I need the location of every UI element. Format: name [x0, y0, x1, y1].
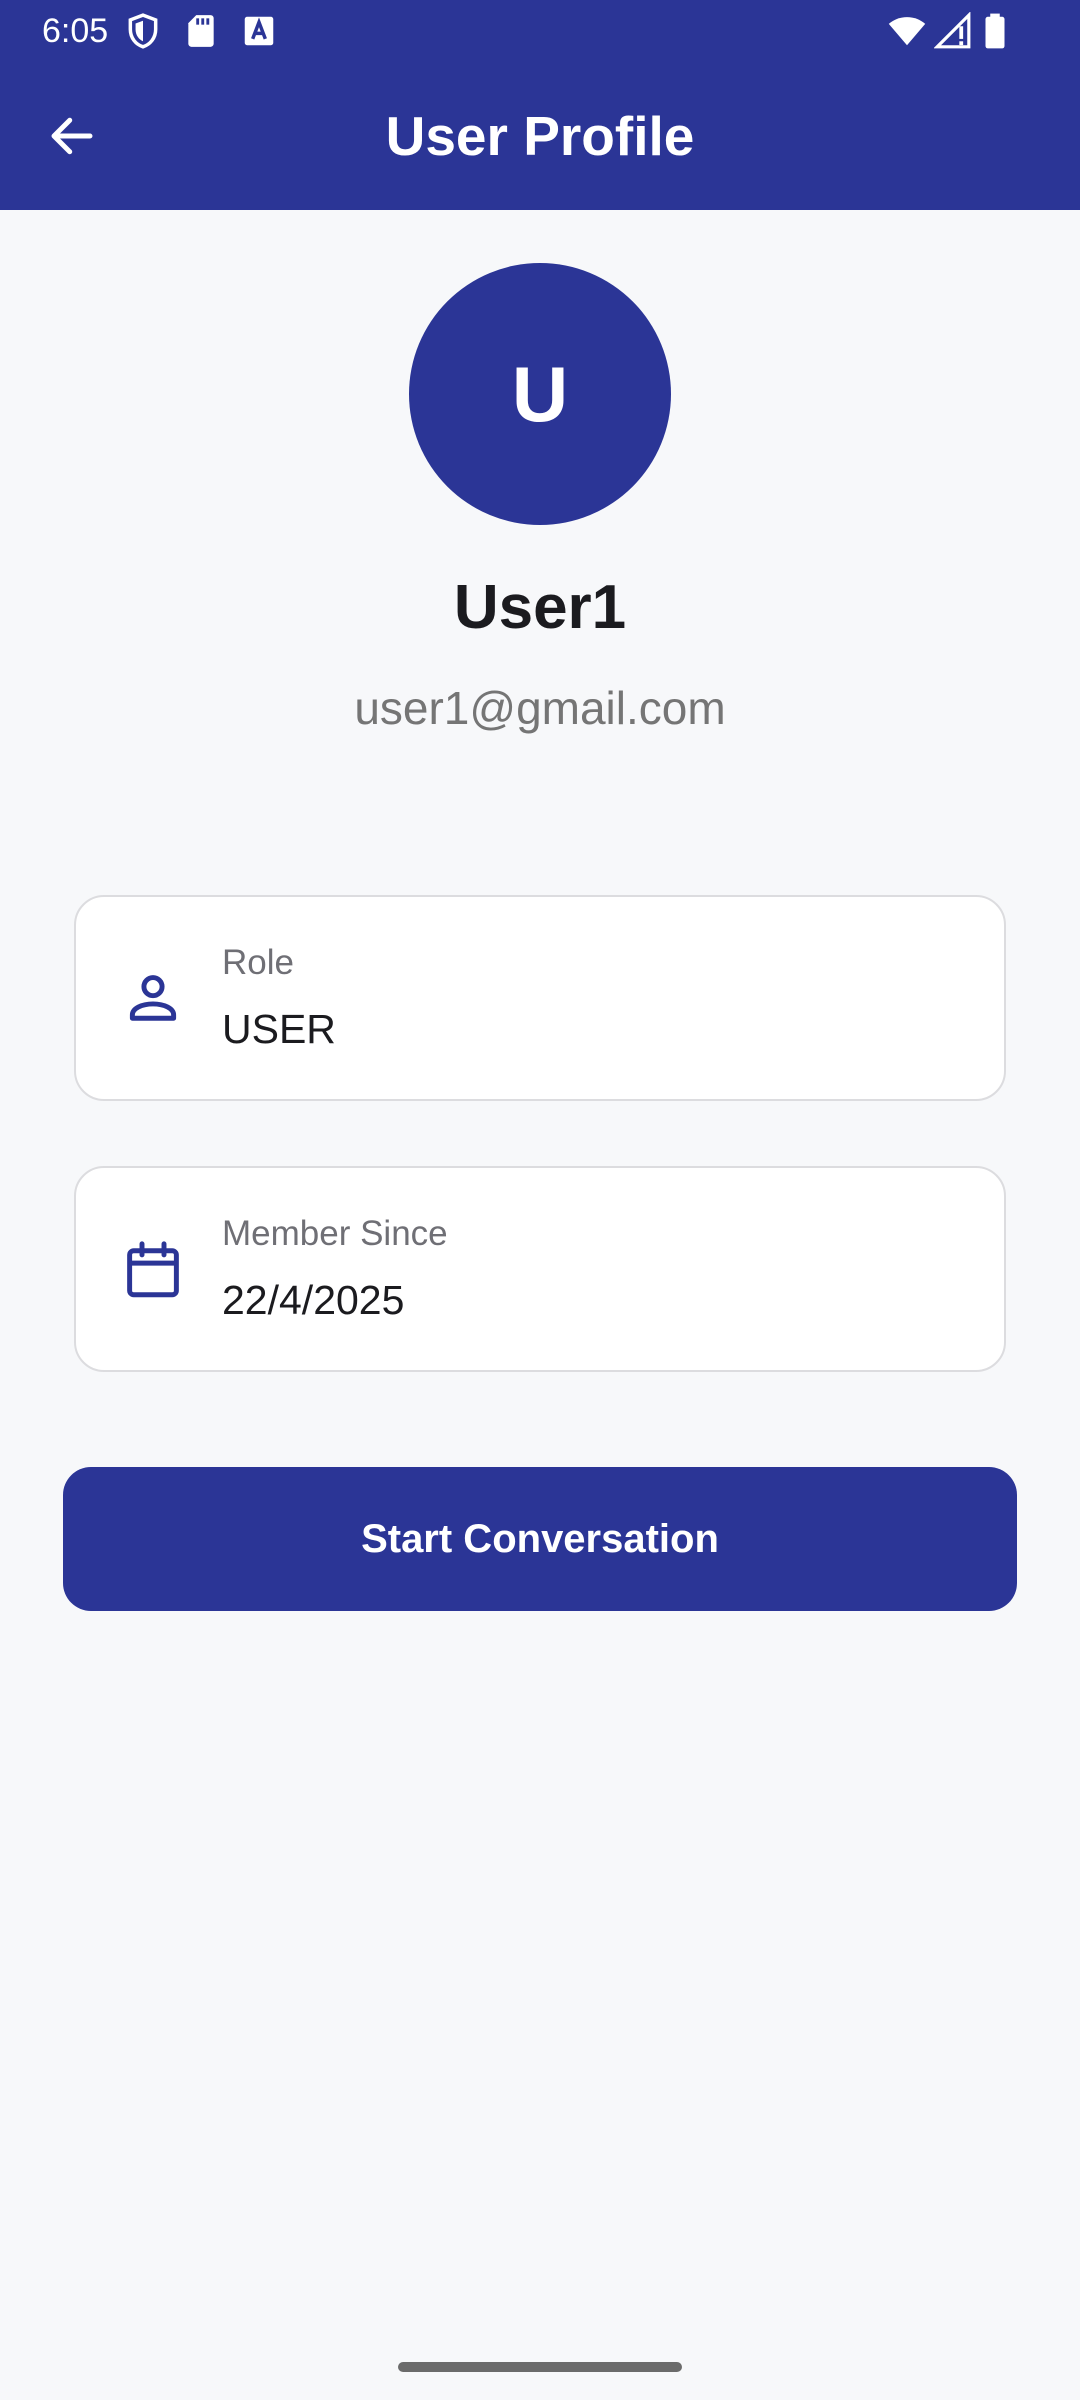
role-value: USER [222, 1006, 336, 1052]
shield-icon [128, 13, 158, 49]
member-since-label: Member Since [222, 1214, 448, 1253]
signal-icon [934, 12, 971, 49]
member-since-value: 22/4/2025 [222, 1277, 405, 1323]
status-time: 6:05 [42, 12, 109, 50]
user-profile-screen: 6:05 User Profile U User1 user1@gmail.co… [0, 0, 1080, 2400]
member-since-card: Member Since 22/4/2025 [74, 1166, 1006, 1372]
status-bar: 6:05 [0, 0, 1080, 62]
app-bar: User Profile [0, 62, 1080, 210]
person-icon [129, 975, 177, 1021]
user-name: User1 [453, 573, 627, 642]
calendar-icon [127, 1241, 179, 1298]
keyboard-a-icon [244, 16, 274, 46]
avatar: U [409, 263, 671, 525]
avatar-initial: U [511, 350, 569, 438]
page-title: User Profile [385, 105, 695, 167]
role-card: Role USER [74, 895, 1006, 1101]
user-email: user1@gmail.com [354, 682, 726, 734]
sd-card-icon [188, 15, 214, 47]
wifi-icon [888, 17, 926, 46]
start-conversation-button[interactable]: Start Conversation [63, 1467, 1017, 1611]
battery-icon [985, 13, 1005, 49]
role-label: Role [222, 943, 294, 982]
gesture-handle[interactable] [398, 2362, 682, 2372]
